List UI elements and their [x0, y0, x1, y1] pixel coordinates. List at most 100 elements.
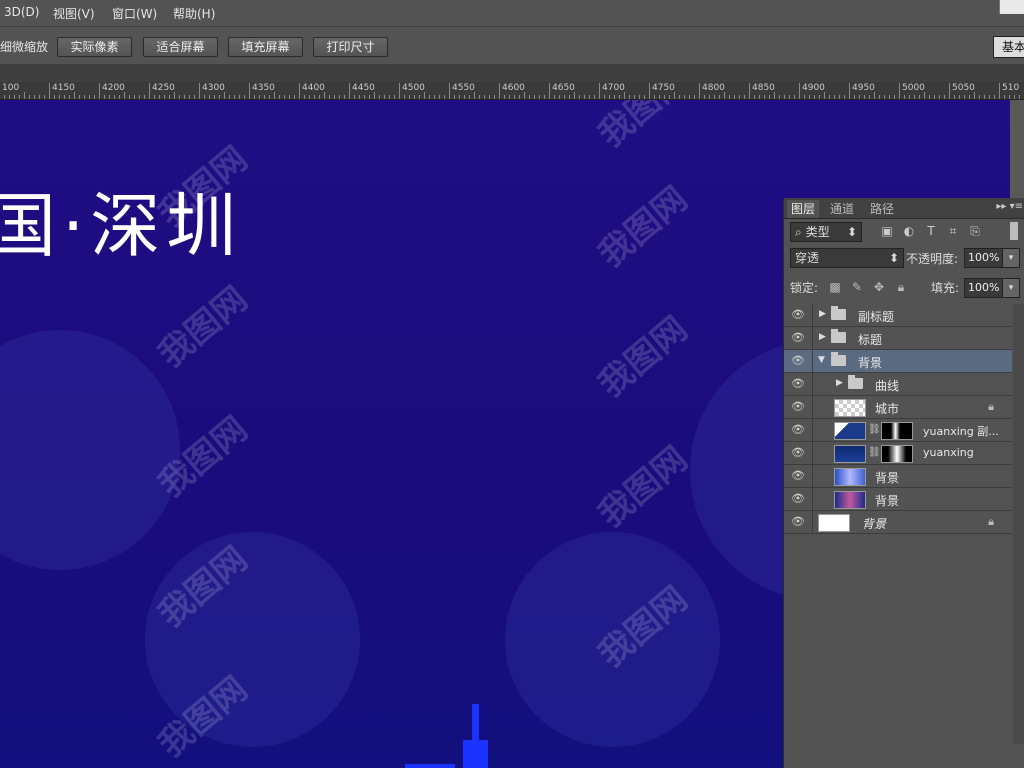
workspace-switcher[interactable]: 基本	[993, 36, 1024, 58]
ruler-major-tick	[499, 83, 500, 99]
expand-arrow-icon[interactable]: ▶	[819, 332, 826, 342]
horizontal-ruler[interactable]: 100 4150 4200 4250 4300 4350 4400 4450 4500 4550 4…	[0, 82, 1024, 100]
ruler-minor-tick	[509, 95, 510, 99]
eye-icon[interactable]: 👁︎	[791, 355, 805, 367]
ruler-minor-tick	[224, 92, 225, 99]
layer-row-selected[interactable]: 👁︎ ▼ 背景	[784, 350, 1012, 373]
lock-all-icon[interactable]: 🔒︎	[894, 280, 908, 294]
shape-filter-icon[interactable]: ⌗	[946, 224, 960, 238]
opacity-input[interactable]: 100%	[964, 248, 1005, 268]
layer-name: yuanxing	[923, 446, 974, 459]
type-filter-icon[interactable]: T	[924, 224, 938, 238]
layer-row[interactable]: 👁︎ ▶ 副标题	[784, 304, 1012, 327]
ruler-minor-tick	[164, 95, 165, 99]
layer-row[interactable]: 👁︎ ▶ 曲线	[784, 373, 1012, 396]
window-control-button[interactable]	[999, 0, 1024, 14]
chain-link-icon[interactable]: ⛓	[868, 447, 881, 458]
layer-row[interactable]: 👁︎ ⛓ yuanxing	[784, 442, 1012, 465]
folder-open-icon	[831, 352, 846, 366]
layers-list: 👁︎ ▶ 副标题 👁︎ ▶ 标题 👁︎ ▼ 背景 👁︎ ▶ 曲线 👁︎ 城市 🔒…	[784, 304, 1012, 534]
expand-arrow-icon[interactable]: ▶	[819, 309, 826, 319]
ruler-minor-tick	[574, 92, 575, 99]
ruler-minor-tick	[934, 95, 935, 99]
collapse-arrow-icon[interactable]: ▼	[818, 355, 825, 365]
layer-row[interactable]: 👁︎ ⛓ yuanxing 副...	[784, 419, 1012, 442]
ruler-minor-tick	[804, 95, 805, 99]
panel-menu-icon[interactable]: ▸▸ ▾≡	[996, 201, 1023, 212]
ruler-minor-tick	[874, 92, 875, 99]
ruler-minor-tick	[754, 95, 755, 99]
layer-mask-thumbnail[interactable]	[881, 445, 913, 463]
smart-object-filter-icon[interactable]: ⎘	[968, 224, 982, 238]
tab-channels[interactable]: 通道	[826, 200, 858, 217]
fill-screen-button[interactable]: 填充屏幕	[228, 37, 303, 57]
lock-icon: 🔒︎	[988, 400, 994, 413]
expand-arrow-icon[interactable]: ▶	[836, 378, 843, 388]
opacity-dropdown-icon[interactable]: ▾	[1002, 248, 1020, 268]
layer-row[interactable]: 👁︎ 背景	[784, 488, 1012, 511]
ruler-minor-tick	[514, 95, 515, 99]
ruler-minor-tick	[419, 95, 420, 99]
lock-transparent-icon[interactable]: ▩	[828, 280, 842, 294]
menu-bar: 3D(D) 视图(V) 窗口(W) 帮助(H)	[0, 0, 1024, 26]
ruler-minor-tick	[994, 95, 995, 99]
ruler-minor-tick	[634, 95, 635, 99]
layer-row[interactable]: 👁︎ 背景	[784, 465, 1012, 488]
kind-filter-select[interactable]: ⌕ 类型 ⬍	[790, 222, 862, 242]
ruler-minor-tick	[1004, 95, 1005, 99]
scrubby-zoom-label[interactable]: 细微缩放	[0, 38, 48, 55]
lock-image-icon[interactable]: ✎	[850, 280, 864, 294]
eye-icon[interactable]: 👁︎	[791, 424, 805, 436]
layer-row[interactable]: 👁︎ ▶ 标题	[784, 327, 1012, 350]
tab-layers[interactable]: 图层	[787, 200, 820, 218]
ruler-minor-tick	[189, 95, 190, 99]
layers-scrollbar[interactable]	[1013, 304, 1024, 744]
print-size-button[interactable]: 打印尺寸	[313, 37, 388, 57]
actual-pixels-button[interactable]: 实际像素	[57, 37, 132, 57]
lock-position-icon[interactable]: ✥	[872, 280, 886, 294]
pixel-filter-icon[interactable]: ▣	[880, 224, 894, 238]
ruler-minor-tick	[454, 95, 455, 99]
fill-input[interactable]: 100%	[964, 278, 1005, 298]
ruler-minor-tick	[534, 95, 535, 99]
ruler-minor-tick	[414, 95, 415, 99]
eye-icon[interactable]: 👁︎	[791, 447, 805, 459]
eye-icon[interactable]: 👁︎	[791, 493, 805, 505]
eye-icon[interactable]: 👁︎	[791, 309, 805, 321]
ruler-tick-label: 4150	[52, 83, 75, 93]
ruler-minor-tick	[989, 95, 990, 99]
ruler-minor-tick	[504, 95, 505, 99]
ruler-minor-tick	[174, 92, 175, 99]
ruler-minor-tick	[319, 95, 320, 99]
layer-mask-thumbnail[interactable]	[881, 422, 913, 440]
ruler-minor-tick	[824, 92, 825, 99]
eye-icon[interactable]: 👁︎	[791, 516, 805, 528]
ruler-minor-tick	[689, 95, 690, 99]
menu-window[interactable]: 窗口(W)	[112, 5, 157, 22]
ruler-minor-tick	[219, 95, 220, 99]
ruler-minor-tick	[69, 95, 70, 99]
city-tower-body	[463, 740, 488, 768]
eye-icon[interactable]: 👁︎	[791, 401, 805, 413]
layer-row[interactable]: 👁︎ 城市 🔒︎	[784, 396, 1012, 419]
ruler-minor-tick	[339, 95, 340, 99]
adjustment-filter-icon[interactable]: ◐	[902, 224, 916, 238]
ruler-minor-tick	[589, 95, 590, 99]
fill-dropdown-icon[interactable]: ▾	[1002, 278, 1020, 298]
chain-link-icon[interactable]: ⛓	[868, 424, 881, 435]
eye-icon[interactable]: 👁︎	[791, 470, 805, 482]
layer-row[interactable]: 👁︎ 背景 🔒︎	[784, 511, 1012, 534]
ruler-major-tick	[999, 83, 1000, 99]
eye-icon[interactable]: 👁︎	[791, 332, 805, 344]
filter-toggle[interactable]	[1010, 222, 1018, 240]
menu-help[interactable]: 帮助(H)	[173, 5, 215, 22]
eye-icon[interactable]: 👁︎	[791, 378, 805, 390]
blend-mode-select[interactable]: 穿透 ⬍	[790, 248, 904, 268]
tab-paths[interactable]: 路径	[866, 200, 898, 217]
ruler-minor-tick	[484, 95, 485, 99]
layer-name: 背景	[862, 517, 887, 531]
fit-screen-button[interactable]: 适合屏幕	[143, 37, 218, 57]
menu-view[interactable]: 视图(V)	[53, 5, 95, 22]
ruler-minor-tick	[904, 95, 905, 99]
menu-3d[interactable]: 3D(D)	[4, 5, 39, 19]
